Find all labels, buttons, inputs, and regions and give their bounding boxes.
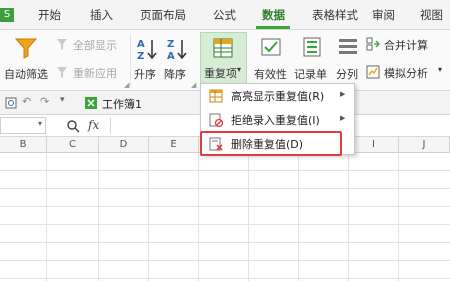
record-form-label: 记录单 [294, 68, 327, 81]
group-separator [130, 34, 131, 86]
sort-ascending-label: 升序 [134, 68, 156, 81]
annotation-highlight-box [200, 131, 342, 156]
what-if-chevron-icon: ▾ [438, 65, 443, 74]
column-gridline [98, 153, 99, 281]
what-if-analysis-button[interactable]: 模拟分析 ▾ [366, 64, 448, 80]
redo-icon[interactable]: ↷ [40, 95, 49, 108]
tab-view[interactable]: 视图 [420, 0, 443, 30]
column-gridline [46, 153, 47, 281]
column-header-d[interactable]: D [99, 137, 149, 153]
record-form-icon [303, 37, 321, 57]
column-header-e[interactable]: E [149, 137, 199, 153]
menu-item-highlight-duplicates[interactable]: 高亮显示重复值(R) ▶ [201, 84, 354, 108]
submenu-arrow-icon: ▶ [340, 114, 346, 122]
duplicates-label: 重复项 [204, 67, 237, 80]
duplicates-button[interactable]: 重复项 ▾ [200, 32, 247, 88]
fx-insert-function-icon[interactable]: fx [88, 118, 99, 132]
sort-group-launcher-icon[interactable]: ◢ [191, 81, 196, 89]
quick-access-dropdown-icon[interactable]: ▾ [60, 95, 65, 105]
auto-filter-button[interactable]: 自动筛选 [2, 32, 50, 88]
svg-text:Z: Z [167, 39, 174, 50]
split-columns-label: 分列 [336, 68, 358, 81]
column-gridline [198, 153, 199, 281]
zoom-magnifier-icon[interactable] [66, 119, 80, 133]
show-all-label: 全部显示 [73, 39, 117, 52]
workbook-icon [85, 97, 97, 109]
merge-calc-label: 合并计算 [384, 39, 428, 52]
funnel-clear-icon [57, 39, 67, 50]
row-gridline [0, 188, 450, 189]
filter-group-launcher-icon[interactable]: ◢ [124, 81, 129, 89]
what-if-label: 模拟分析 [384, 67, 428, 80]
row-gridline [0, 206, 450, 207]
name-box-chevron-icon: ▾ [37, 119, 42, 128]
sort-descending-icon: Z A [167, 39, 187, 61]
column-header-j[interactable]: J [399, 137, 450, 153]
merge-calc-icon [366, 37, 380, 51]
svg-text:A: A [167, 51, 175, 61]
menu-item-reject-duplicates[interactable]: 拒绝录入重复值(I) ▶ [201, 108, 354, 132]
tab-home[interactable]: 开始 [38, 0, 61, 30]
split-columns-button[interactable]: 分列 [334, 32, 362, 88]
column-gridline [248, 153, 249, 281]
tab-formulas[interactable]: 公式 [213, 0, 236, 30]
reapply-label: 重新应用 [73, 67, 117, 80]
sort-ascending-icon: A Z [137, 39, 157, 61]
split-columns-icon [339, 39, 357, 54]
active-tab-indicator [256, 26, 290, 29]
sort-descending-label: 降序 [164, 68, 186, 81]
reject-entry-icon [209, 113, 223, 127]
record-form-button[interactable]: 记录单 [292, 32, 332, 88]
column-gridline [398, 153, 399, 281]
name-box[interactable]: ▾ [0, 117, 46, 134]
row-gridline [0, 170, 450, 171]
ribbon-data-panel: 自动筛选 全部显示 重新应用 ◢ A Z 升序 Z A 降序 ◢ 重复项 ▾ 有… [0, 30, 450, 91]
duplicates-table-icon [213, 38, 233, 58]
merge-calc-button[interactable]: 合并计算 [366, 36, 446, 52]
show-all-button[interactable]: 全部显示 [56, 36, 120, 52]
tab-page-layout[interactable]: 页面布局 [140, 0, 186, 30]
column-gridline [148, 153, 149, 281]
ribbon-tab-bar: S 开始 插入 页面布局 公式 数据 表格样式 审阅 视图 [0, 0, 450, 30]
sort-ascending-button[interactable]: A Z 升序 [132, 32, 162, 88]
validity-label: 有效性 [254, 68, 287, 81]
svg-text:Z: Z [137, 51, 144, 61]
svg-text:A: A [137, 39, 145, 50]
auto-filter-label: 自动筛选 [4, 68, 48, 81]
row-gridline [0, 278, 450, 279]
sort-descending-button[interactable]: Z A 降序 [162, 32, 192, 88]
submenu-arrow-icon: ▶ [340, 90, 346, 98]
spreadsheet-grid[interactable] [0, 153, 450, 281]
tab-table-style[interactable]: 表格样式 [312, 0, 358, 30]
column-gridline [298, 153, 299, 281]
validity-button[interactable]: 有效性 [252, 32, 290, 88]
duplicates-chevron-icon: ▾ [237, 65, 242, 74]
column-gridline [348, 153, 349, 281]
what-if-icon [366, 65, 380, 79]
app-menu-icon[interactable]: S [0, 8, 14, 22]
tab-insert[interactable]: 插入 [90, 0, 113, 30]
filter-funnel-icon [14, 38, 38, 59]
print-preview-icon[interactable] [4, 96, 18, 110]
validity-check-icon [261, 38, 281, 56]
highlight-table-icon [209, 89, 223, 103]
column-header-i[interactable]: I [349, 137, 399, 153]
row-gridline [0, 224, 450, 225]
row-gridline [0, 242, 450, 243]
tab-review[interactable]: 审阅 [372, 0, 395, 30]
row-gridline [0, 260, 450, 261]
reapply-button[interactable]: 重新应用 [56, 64, 120, 80]
workbook-tab-title[interactable]: 工作簿1 [102, 96, 142, 112]
menu-item-highlight-label: 高亮显示重复值(R) [231, 90, 325, 103]
column-header-b[interactable]: B [0, 137, 47, 153]
menu-item-reject-label: 拒绝录入重复值(I) [231, 114, 320, 127]
column-header-c[interactable]: C [47, 137, 99, 153]
funnel-refresh-icon [57, 67, 67, 78]
undo-icon[interactable]: ↶ [22, 95, 31, 108]
